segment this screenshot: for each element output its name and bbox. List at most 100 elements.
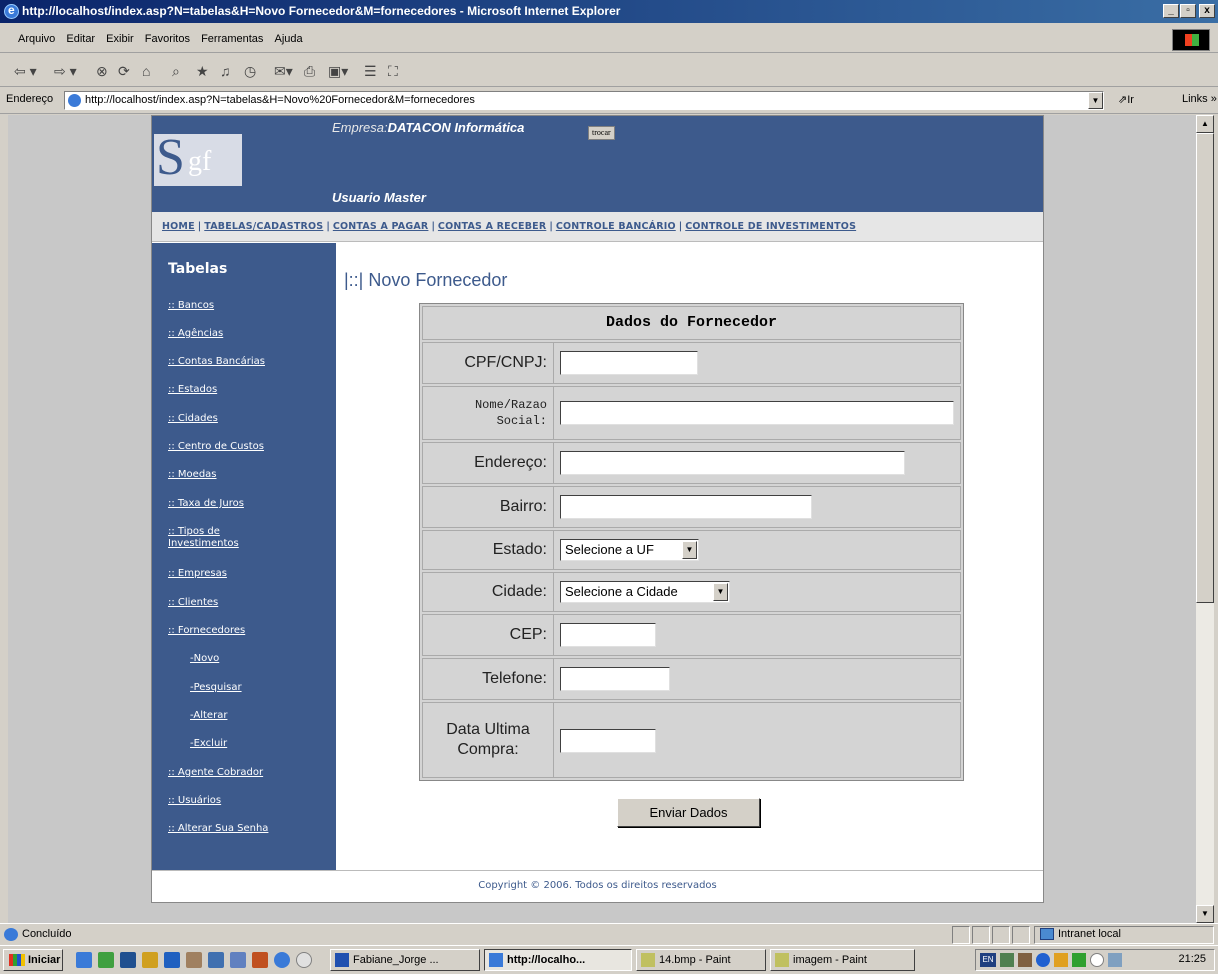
cep-input[interactable]: [560, 623, 656, 647]
nav-tabelas[interactable]: TABELAS/CADASTROS: [204, 221, 323, 232]
language-indicator[interactable]: EN: [980, 953, 996, 967]
sidebar-item-agente-cobrador[interactable]: :: Agente Cobrador: [168, 767, 328, 779]
sidebar-link[interactable]: :: Agências: [168, 328, 223, 339]
search-icon[interactable]: ⌕: [172, 62, 180, 80]
minimize-button[interactable]: _: [1163, 4, 1179, 18]
sidebar-item-tipos-investimentos[interactable]: :: Tipos de Investimentos: [168, 526, 278, 550]
scroll-thumb[interactable]: [1196, 133, 1214, 603]
data-input[interactable]: [560, 729, 656, 753]
sidebar-item-usuarios[interactable]: :: Usuários: [168, 795, 328, 807]
volume-icon[interactable]: [1018, 953, 1032, 967]
sidebar-item-empresas[interactable]: :: Empresas: [168, 568, 328, 580]
telefone-input[interactable]: [560, 667, 670, 691]
tray-app-icon[interactable]: [1072, 953, 1086, 967]
sidebar-link[interactable]: :: Agente Cobrador: [168, 767, 263, 778]
sidebar-link[interactable]: :: Centro de Custos: [168, 441, 264, 452]
menu-editar[interactable]: Editar: [66, 25, 95, 53]
chevron-down-icon[interactable]: ▼: [713, 583, 728, 601]
sidebar-item-estados[interactable]: :: Estados: [168, 384, 328, 396]
tray-app-icon[interactable]: [1054, 953, 1068, 967]
quicklaunch-explorer-icon[interactable]: [208, 952, 224, 968]
nav-home[interactable]: HOME: [162, 221, 195, 232]
sidebar-link[interactable]: -Pesquisar: [190, 682, 242, 693]
quicklaunch-search-icon[interactable]: [142, 952, 158, 968]
task-paint-2[interactable]: imagem - Paint: [770, 949, 915, 971]
network-icon[interactable]: [1000, 953, 1014, 967]
sidebar-item-contas-bancarias[interactable]: :: Contas Bancárias: [168, 356, 328, 368]
sidebar-link[interactable]: -Alterar: [190, 710, 227, 721]
sidebar-link[interactable]: :: Bancos: [168, 300, 214, 311]
address-dropdown-icon[interactable]: ▼: [1088, 92, 1103, 109]
sidebar-link[interactable]: :: Clientes: [168, 597, 218, 608]
task-word[interactable]: Fabiane_Jorge ...: [330, 949, 480, 971]
quicklaunch-window-icon[interactable]: [230, 952, 246, 968]
sidebar-item-moedas[interactable]: :: Moedas: [168, 469, 328, 481]
maximize-button[interactable]: ▫: [1180, 4, 1196, 18]
quicklaunch-globe-icon[interactable]: [274, 952, 290, 968]
vertical-scrollbar[interactable]: ▲ ▼: [1196, 115, 1214, 923]
sidebar-subitem-novo[interactable]: -Novo: [190, 653, 350, 665]
quicklaunch-excel-icon[interactable]: [98, 952, 114, 968]
go-button[interactable]: ⇗Ir: [1118, 93, 1134, 106]
forward-icon[interactable]: ⇨ ▾: [54, 62, 77, 80]
nav-controle-investimentos[interactable]: CONTROLE DE INVESTIMENTOS: [685, 221, 856, 232]
sidebar-subitem-alterar[interactable]: -Alterar: [190, 710, 350, 722]
links-button[interactable]: Links »: [1182, 93, 1217, 105]
scroll-up-icon[interactable]: ▲: [1196, 115, 1214, 133]
sidebar-subitem-excluir[interactable]: -Excluir: [190, 738, 350, 750]
sidebar-link[interactable]: :: Usuários: [168, 795, 221, 806]
sidebar-item-bancos[interactable]: :: Bancos: [168, 300, 328, 312]
sidebar-item-fornecedores[interactable]: :: Fornecedores: [168, 625, 328, 637]
sidebar-link[interactable]: :: Alterar Sua Senha: [168, 823, 268, 834]
scroll-down-icon[interactable]: ▼: [1196, 905, 1214, 923]
task-ie[interactable]: http://localho...: [484, 949, 632, 971]
quicklaunch-app-icon[interactable]: [120, 952, 136, 968]
print-icon[interactable]: ⎙: [304, 62, 315, 80]
menu-arquivo[interactable]: Arquivo: [18, 25, 55, 53]
menu-exibir[interactable]: Exibir: [106, 25, 134, 53]
task-paint-1[interactable]: 14.bmp - Paint: [636, 949, 766, 971]
sidebar-link[interactable]: -Novo: [190, 653, 219, 664]
quicklaunch-desktop-icon[interactable]: [164, 952, 180, 968]
back-icon[interactable]: ⇦ ▾: [14, 62, 37, 80]
nav-contas-receber[interactable]: CONTAS A RECEBER: [438, 221, 546, 232]
enviar-dados-button[interactable]: Enviar Dados: [617, 798, 760, 827]
menu-favoritos[interactable]: Favoritos: [145, 25, 190, 53]
sidebar-item-cidades[interactable]: :: Cidades: [168, 413, 328, 425]
estado-select[interactable]: Selecione a UF ▼: [560, 539, 699, 561]
bairro-input[interactable]: [560, 495, 812, 519]
tray-app-icon[interactable]: [1036, 953, 1050, 967]
start-button[interactable]: Iniciar: [3, 949, 63, 971]
sidebar-link[interactable]: :: Moedas: [168, 469, 217, 480]
sidebar-link[interactable]: :: Contas Bancárias: [168, 356, 265, 367]
sidebar-link[interactable]: :: Tipos de Investimentos: [168, 526, 239, 549]
cidade-select[interactable]: Selecione a Cidade ▼: [560, 581, 730, 603]
quicklaunch-tools-icon[interactable]: [186, 952, 202, 968]
sidebar-item-clientes[interactable]: :: Clientes: [168, 597, 328, 609]
tray-app-icon[interactable]: [1108, 953, 1122, 967]
quicklaunch-ie-icon[interactable]: [76, 952, 92, 968]
sidebar-subitem-pesquisar[interactable]: -Pesquisar: [190, 682, 350, 694]
edit-icon[interactable]: ▣▾: [328, 62, 348, 80]
menu-ajuda[interactable]: Ajuda: [274, 25, 302, 53]
sidebar-link[interactable]: :: Fornecedores: [168, 625, 245, 636]
quicklaunch-chat-icon[interactable]: [296, 952, 312, 968]
home-icon[interactable]: ⌂: [142, 62, 150, 80]
sidebar-link[interactable]: :: Cidades: [168, 413, 218, 424]
nome-input[interactable]: [560, 401, 954, 425]
chevron-down-icon[interactable]: ▼: [682, 541, 697, 559]
research-icon[interactable]: ⛶: [388, 62, 398, 80]
history-icon[interactable]: ◷: [244, 62, 256, 80]
refresh-icon[interactable]: ⟳: [118, 62, 130, 80]
sidebar-link[interactable]: :: Estados: [168, 384, 217, 395]
sidebar-link[interactable]: :: Empresas: [168, 568, 227, 579]
quicklaunch-media-icon[interactable]: [252, 952, 268, 968]
menu-ferramentas[interactable]: Ferramentas: [201, 25, 263, 53]
sidebar-link[interactable]: -Excluir: [190, 738, 227, 749]
favorites-icon[interactable]: ★: [196, 62, 209, 80]
stop-icon[interactable]: ⊗: [96, 62, 108, 80]
nav-controle-bancario[interactable]: CONTROLE BANCÁRIO: [556, 221, 676, 232]
sidebar-link[interactable]: :: Taxa de Juros: [168, 498, 244, 509]
close-button[interactable]: x: [1199, 4, 1215, 18]
sidebar-item-alterar-senha[interactable]: :: Alterar Sua Senha: [168, 823, 328, 835]
